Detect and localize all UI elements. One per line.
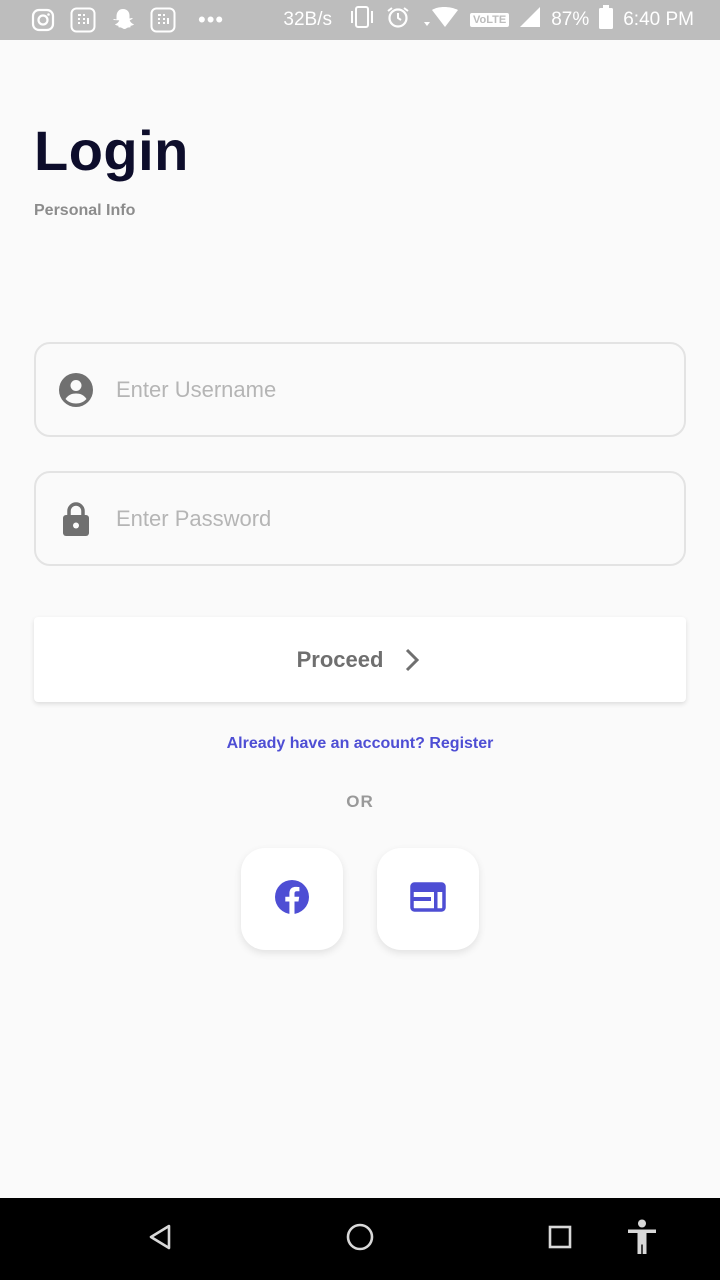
chevron-right-icon	[401, 647, 423, 673]
facebook-icon	[274, 879, 310, 920]
proceed-button[interactable]: Proceed	[34, 617, 686, 702]
battery-percent: 87%	[551, 9, 590, 30]
status-bar: ••• 32B/s VoLTE 87% 6:40 PM	[0, 0, 720, 40]
vibrate-icon	[348, 6, 376, 34]
password-input[interactable]	[116, 473, 664, 564]
snapchat-icon	[110, 7, 136, 33]
recents-square-icon	[547, 1224, 573, 1255]
alarm-icon	[386, 5, 410, 35]
account-circle-icon	[58, 372, 94, 408]
back-button[interactable]	[130, 1198, 190, 1280]
or-divider: OR	[346, 792, 374, 811]
lock-icon	[58, 501, 94, 537]
more-notifications-icon: •••	[198, 7, 225, 32]
back-triangle-icon	[147, 1223, 173, 1256]
proceed-label: Proceed	[296, 646, 384, 672]
accessibility-icon	[626, 1219, 658, 1260]
calculator-icon	[150, 7, 176, 33]
password-field[interactable]	[34, 471, 686, 566]
accessibility-button[interactable]	[612, 1198, 672, 1280]
battery-icon	[599, 5, 614, 35]
calculator-icon	[70, 7, 96, 33]
web-icon	[410, 881, 446, 917]
signal-icon	[519, 6, 541, 34]
username-field[interactable]	[34, 342, 686, 437]
web-login-button[interactable]	[377, 848, 479, 950]
home-circle-icon	[345, 1222, 375, 1257]
navigation-bar	[0, 1198, 720, 1280]
volte-badge: VoLTE	[470, 13, 510, 27]
home-button[interactable]	[330, 1198, 390, 1280]
recents-button[interactable]	[530, 1198, 590, 1280]
clock: 6:40 PM	[623, 9, 694, 30]
system-indicators: 32B/s VoLTE 87% 6:40 PM	[283, 5, 694, 35]
page-subtitle: Personal Info	[34, 202, 136, 219]
notification-icons: •••	[30, 7, 224, 33]
facebook-login-button[interactable]	[241, 848, 343, 950]
register-link[interactable]: Already have an account? Register	[0, 735, 720, 753]
network-speed: 32B/s	[283, 9, 332, 30]
username-input[interactable]	[116, 344, 664, 435]
wifi-icon	[420, 6, 460, 34]
page-title: Login	[34, 119, 189, 182]
instagram-icon	[30, 7, 56, 33]
